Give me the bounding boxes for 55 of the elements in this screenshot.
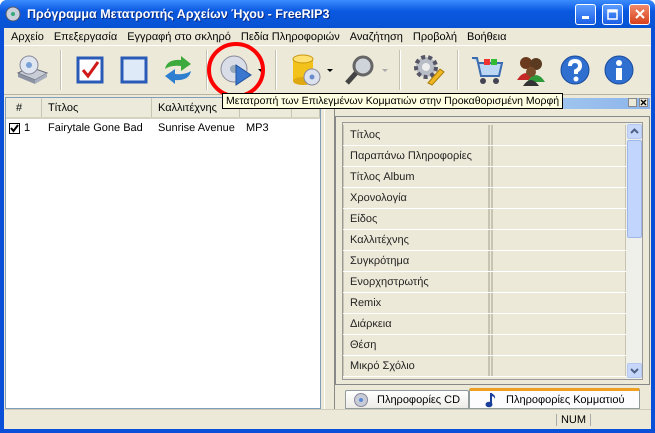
menu-item[interactable]: Επεξεργασία bbox=[48, 30, 122, 42]
close-button[interactable] bbox=[639, 98, 648, 107]
disc-drive-icon bbox=[15, 53, 49, 87]
info-icon bbox=[603, 54, 635, 86]
minimize-icon bbox=[582, 16, 589, 18]
field-label: Μικρό Σχόλιο bbox=[343, 356, 493, 376]
field-label: Είδος bbox=[343, 209, 493, 229]
scrollbar[interactable] bbox=[626, 123, 642, 379]
status-indicator: NUM bbox=[556, 414, 591, 426]
maximize-icon bbox=[607, 8, 618, 20]
field-label: Διάρκεια bbox=[343, 314, 493, 334]
tab[interactable]: Πληροφορίες Κομματιού bbox=[469, 388, 640, 409]
window-title: Πρόγραμμα Μετατροπής Αρχείων Ήχου - FreeRIP3 bbox=[27, 7, 330, 21]
field-label: Θέση bbox=[343, 335, 493, 355]
menu-item[interactable]: Αναζήτηση bbox=[344, 30, 408, 42]
checkbox[interactable] bbox=[9, 122, 20, 134]
dropdown-arrow-icon[interactable] bbox=[258, 68, 264, 72]
table-cell-text: MP3 bbox=[245, 122, 270, 134]
disc-play-icon bbox=[219, 53, 253, 87]
maximize-button[interactable] bbox=[602, 4, 623, 24]
field-label: Συγκρότημα bbox=[343, 251, 493, 271]
field-label: Παραπάνω Πληροφορίες bbox=[343, 146, 493, 166]
close-icon bbox=[640, 99, 647, 106]
tab[interactable]: Πληροφορίες CD bbox=[345, 390, 470, 409]
close-icon bbox=[634, 9, 644, 19]
menu-item[interactable]: Βοήθεια bbox=[462, 30, 512, 42]
app-icon bbox=[5, 6, 21, 22]
people-icon bbox=[515, 54, 547, 86]
gear-wrench-icon bbox=[412, 53, 446, 87]
tooltip: Μετατροπή των Επιλεγμένων Κομματιών στην Προκαθορισμένη Μορφή bbox=[222, 93, 564, 109]
menu-item[interactable]: Αρχείο bbox=[6, 30, 49, 42]
music-note-icon bbox=[485, 392, 498, 408]
column-header[interactable]: Καλλιτέχνης bbox=[158, 102, 217, 114]
menu-item[interactable]: Εγγραφή στο σκληρό bbox=[122, 30, 236, 42]
menu-item[interactable]: Πεδία Πληροφοριών bbox=[236, 30, 345, 42]
minimize-button[interactable] bbox=[575, 4, 596, 24]
field-label: Καλλιτέχνης bbox=[343, 230, 493, 250]
field-label: Remix bbox=[343, 293, 493, 313]
field-label: Τίτλος bbox=[343, 125, 493, 145]
table-cell: 1 bbox=[24, 122, 30, 134]
column-header[interactable]: # bbox=[16, 102, 22, 114]
checkbox-empty-icon bbox=[119, 55, 149, 85]
table-cell-text: Sunrise Avenue bbox=[157, 122, 236, 134]
column-header[interactable]: Τίτλος bbox=[48, 102, 78, 114]
field-label: Χρονολογία bbox=[343, 188, 493, 208]
field-label: Ενορχηστρωτής bbox=[343, 272, 493, 292]
magnifier-icon bbox=[344, 54, 376, 86]
dropdown-arrow-icon[interactable] bbox=[327, 68, 333, 72]
shopping-cart-icon bbox=[470, 54, 504, 86]
help-icon bbox=[559, 54, 591, 86]
menu-item[interactable]: Προβολή bbox=[408, 30, 462, 42]
checkbox-checked-icon bbox=[75, 55, 105, 85]
table-cell-text: Fairytale Gone Bad bbox=[47, 122, 144, 134]
field-label: Τίτλος Album bbox=[343, 167, 493, 187]
cd-icon bbox=[354, 392, 368, 406]
